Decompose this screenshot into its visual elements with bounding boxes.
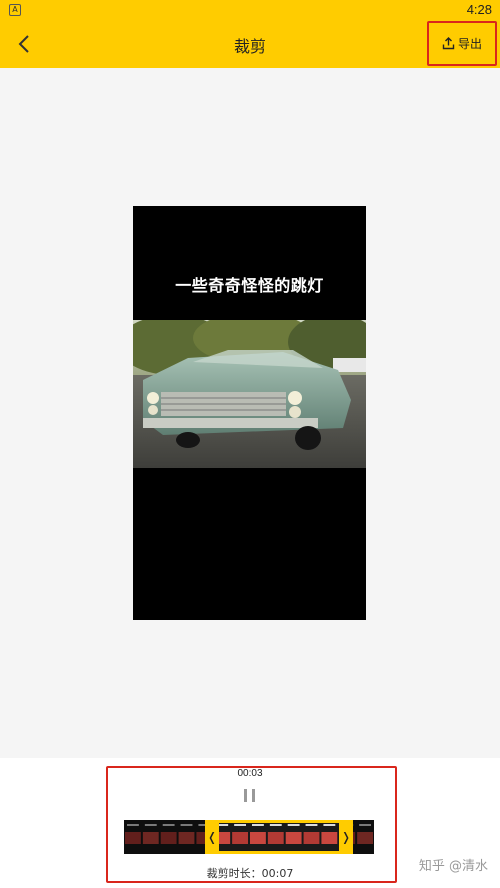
pause-button[interactable]: [241, 788, 259, 804]
filmstrip-frame: [267, 832, 284, 844]
trim-end-handle[interactable]: ❭: [339, 820, 353, 854]
app-notification-icon: A: [9, 4, 21, 16]
filmstrip-frame-text: [234, 824, 246, 826]
filmstrip-frame: [285, 832, 302, 844]
filmstrip-frame: [303, 832, 320, 844]
status-time: 4:28: [466, 2, 492, 17]
filmstrip-frame: [250, 832, 266, 844]
pause-icon: [244, 789, 247, 802]
filmstrip-frame-text: [323, 824, 336, 826]
filmstrip-frame: [321, 832, 338, 844]
filmstrip-frame: [232, 832, 248, 844]
unselected-left-overlay: [124, 820, 205, 854]
video-preview-area: 一些奇奇怪怪的跳灯: [0, 68, 500, 758]
video-player[interactable]: 一些奇奇怪怪的跳灯: [133, 206, 366, 620]
filmstrip-frame-text: [269, 824, 282, 826]
filmstrip-frame-text: [252, 824, 264, 826]
filmstrip-frame-text: [287, 824, 300, 826]
selection-top-border: [219, 820, 339, 823]
video-caption: 一些奇奇怪怪的跳灯: [175, 276, 324, 295]
annotation-box-export: [427, 21, 497, 66]
watermark: 知乎 @清水: [418, 859, 488, 874]
unselected-right-overlay: [353, 820, 374, 854]
filmstrip-frame-text: [305, 824, 318, 826]
video-frame-image: [133, 320, 366, 468]
selection-bottom-border: [219, 851, 339, 854]
page-title: 裁剪: [233, 37, 266, 56]
trim-start-handle[interactable]: ❬: [205, 820, 219, 854]
top-toolbar: 裁剪 导出: [0, 20, 500, 68]
status-bar: A 4:28: [0, 0, 500, 20]
current-time: 00:03: [237, 768, 263, 779]
